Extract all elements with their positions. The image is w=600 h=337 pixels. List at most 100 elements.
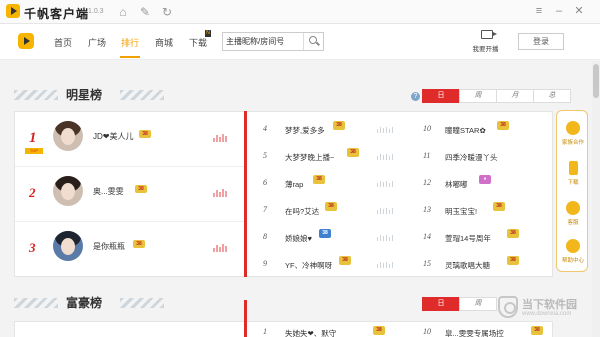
menu-icon[interactable]: ≡ xyxy=(532,4,546,18)
list-item[interactable]: 13 明玉宝宝! 38 xyxy=(423,198,548,225)
rank-number: 13 xyxy=(423,205,431,214)
decor-stripes xyxy=(14,90,58,100)
rich-list-panel: 1 失她失❤、默守 38 10 皐...雯雯专属场控 38 xyxy=(247,321,553,337)
anchor-name[interactable]: JD❤美人儿 xyxy=(93,131,133,142)
help-icon[interactable]: ? xyxy=(411,92,420,101)
heat-bars-icon xyxy=(377,208,395,214)
decor-stripes xyxy=(120,298,164,308)
level-badge-icon: 38 xyxy=(493,202,505,211)
refresh-icon[interactable]: ↻ xyxy=(160,5,174,19)
anchor-name[interactable]: 瞳瞳STAR✿ xyxy=(445,125,486,136)
nav-item-plaza[interactable]: 广场 xyxy=(88,36,106,49)
anchor-name[interactable]: 奥...雯雯 xyxy=(93,186,124,197)
anchor-name[interactable]: 薄rap xyxy=(285,179,303,190)
side-item-download[interactable]: 下载 xyxy=(557,161,589,186)
anchor-name[interactable]: 萱瑁14号周年 xyxy=(445,233,491,244)
search-button[interactable] xyxy=(303,33,323,50)
anchor-name[interactable]: 四季冷暖漫丫头 xyxy=(445,152,498,163)
app-logo-icon xyxy=(6,4,20,18)
list-item[interactable]: 7 在吗?艾达 38 xyxy=(263,198,403,225)
list-item[interactable]: 9 YF、冷神啊呀 38 xyxy=(263,252,403,279)
watermark-url: www.downxia.com xyxy=(522,311,572,317)
anchor-name[interactable]: 是你瓶瓶 xyxy=(93,241,125,252)
anchor-name[interactable]: 娇娘娘♥ xyxy=(285,233,312,244)
nav-item-download[interactable]: 下载 xyxy=(189,36,207,49)
nav-logo-icon[interactable] xyxy=(18,33,34,49)
tab-total[interactable]: 总 xyxy=(533,89,571,103)
list-item[interactable]: 8 娇娘娘♥ 38 xyxy=(263,225,403,252)
minimize-icon[interactable]: – xyxy=(552,4,566,18)
avatar[interactable] xyxy=(53,176,83,206)
title-bar: 千帆客户端 1.0.3 ⌂ ✎ ↻ ≡ – ✕ xyxy=(0,0,600,24)
list-item[interactable]: 15 灵璃歌唱大糖 38 xyxy=(423,252,548,279)
anchor-name[interactable]: 灵璃歌唱大糖 xyxy=(445,260,490,271)
search-input[interactable] xyxy=(226,35,302,48)
decor-stripes xyxy=(14,298,58,308)
rank-number: 2 xyxy=(29,185,36,200)
tab-month[interactable]: 月 xyxy=(496,89,534,103)
list-item[interactable]: 5 大梦梦晚上播~ 38 xyxy=(263,144,403,171)
level-badge-icon: 38 xyxy=(139,130,151,138)
avatar[interactable] xyxy=(53,121,83,151)
tab-day[interactable]: 日 xyxy=(422,297,460,311)
rank-number: 6 xyxy=(263,178,267,187)
anchor-name[interactable]: 梦梦,爱多多 xyxy=(285,125,325,136)
top-row[interactable]: 1 TOP JD❤美人儿 38 xyxy=(15,112,247,167)
nav-item-home[interactable]: 首页 xyxy=(54,36,72,49)
watermark-logo-icon xyxy=(498,296,518,318)
side-item-help[interactable]: 帮助中心 xyxy=(557,239,589,264)
list-item[interactable]: 12 林嘟嘟 ♦ xyxy=(423,171,548,198)
heat-bars-icon xyxy=(377,181,395,187)
nav-item-ranking[interactable]: 排行 xyxy=(121,36,139,49)
diamond-badge-icon: ♦ xyxy=(479,175,491,184)
tab-day[interactable]: 日 xyxy=(422,89,460,103)
tab-week[interactable]: 周 xyxy=(459,89,497,103)
broadcast-label: 我要开播 xyxy=(472,46,499,53)
nav-item-mall[interactable]: 商城 xyxy=(155,36,173,49)
watermark-title: 当下软件园 xyxy=(522,299,577,311)
rank-number: 10 xyxy=(423,327,431,336)
user-name[interactable]: 失她失❤、默守 xyxy=(285,328,336,337)
avatar[interactable] xyxy=(53,231,83,261)
heat-bars-icon xyxy=(377,262,395,268)
app-version: 1.0.3 xyxy=(88,8,104,15)
list-item[interactable]: 10 皐...雯雯专属场控 38 xyxy=(423,325,548,337)
top-row[interactable]: 3 是你瓶瓶 38 xyxy=(15,222,247,277)
top-row[interactable]: 2 奥...雯雯 38 xyxy=(15,167,247,222)
scrollbar-thumb[interactable] xyxy=(593,64,599,98)
list-item[interactable]: 1 失她失❤、默守 38 xyxy=(263,325,403,337)
list-item[interactable]: 10 瞳瞳STAR✿ 38 xyxy=(423,117,548,144)
anchor-name[interactable]: 林嘟嘟 xyxy=(445,179,468,190)
level-badge-icon: 38 xyxy=(373,326,385,335)
side-item-label: 帮助中心 xyxy=(561,258,584,264)
list-item[interactable]: 11 四季冷暖漫丫头 xyxy=(423,144,548,171)
level-badge-icon: 38 xyxy=(507,229,519,238)
section-title-star: 明星榜 xyxy=(66,88,103,102)
login-button[interactable]: 登录 xyxy=(518,33,564,50)
settings-icon[interactable]: ✎ xyxy=(138,5,152,19)
close-icon[interactable]: ✕ xyxy=(572,4,586,18)
home-icon[interactable]: ⌂ xyxy=(116,5,130,19)
broadcast-button[interactable]: 我要开播 xyxy=(472,30,502,53)
heat-bars-icon xyxy=(213,189,229,197)
side-item-family[interactable]: 家族合作 xyxy=(557,121,589,146)
list-item[interactable]: 14 萱瑁14号周年 38 xyxy=(423,225,548,252)
anchor-name[interactable]: 明玉宝宝! xyxy=(445,206,477,217)
level-badge-icon: 38 xyxy=(319,229,331,238)
user-name[interactable]: 皐...雯雯专属场控 xyxy=(445,328,504,337)
list-item[interactable]: 4 梦梦,爱多多 38 xyxy=(263,117,403,144)
rank-number: 9 xyxy=(263,259,267,268)
rank-number: 11 xyxy=(423,151,431,160)
rank-list-panel: 4 梦梦,爱多多 38 5 大梦梦晚上播~ 38 6 薄rap 38 7 在吗?… xyxy=(247,111,553,277)
people-icon xyxy=(566,121,580,135)
rank-number: 7 xyxy=(263,205,267,214)
rich-top-panel xyxy=(14,321,246,337)
new-badge-icon: N xyxy=(205,30,211,37)
anchor-name[interactable]: 大梦梦晚上播~ xyxy=(285,152,334,163)
side-item-service[interactable]: 客服 xyxy=(557,201,589,226)
anchor-name[interactable]: 在吗?艾达 xyxy=(285,206,319,217)
tab-week[interactable]: 周 xyxy=(459,297,497,311)
list-item[interactable]: 6 薄rap 38 xyxy=(263,171,403,198)
rank-number: 10 xyxy=(423,124,431,133)
anchor-name[interactable]: YF、冷神啊呀 xyxy=(285,260,332,271)
